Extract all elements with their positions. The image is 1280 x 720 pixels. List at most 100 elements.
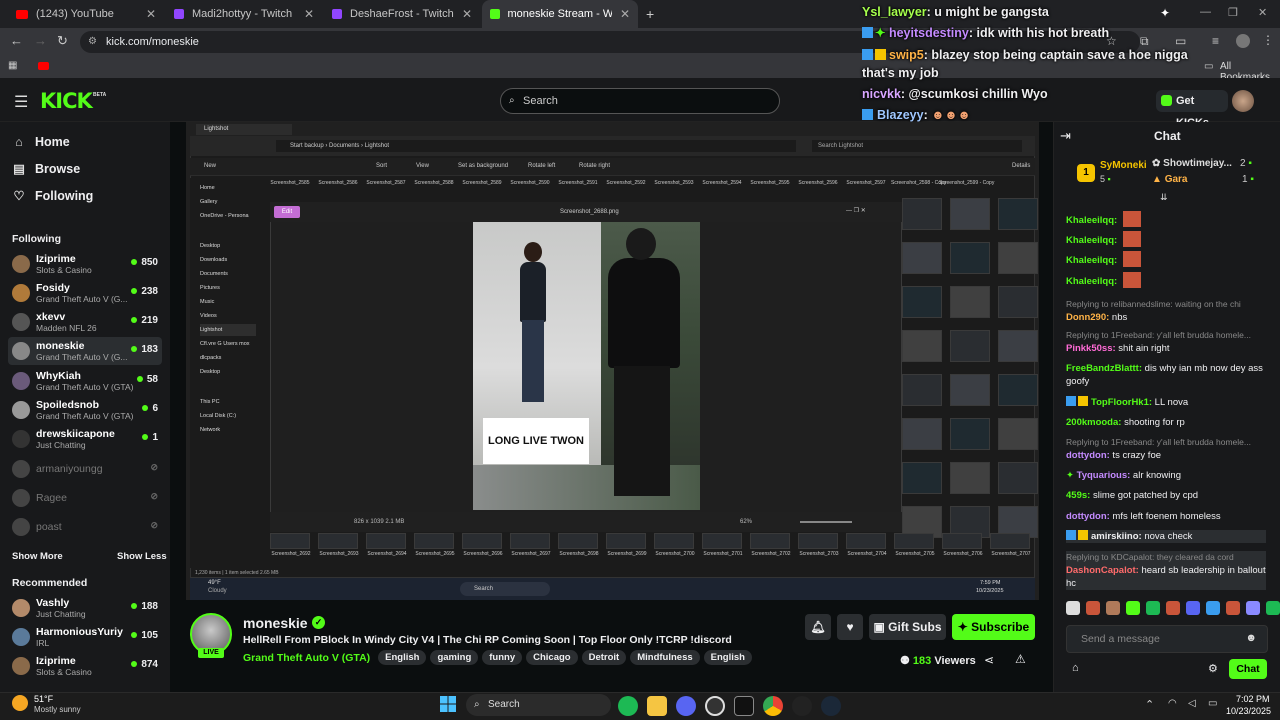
following-channel[interactable]: armaniyoungg ⊘ bbox=[8, 455, 162, 483]
leader-name[interactable]: Gara bbox=[1165, 174, 1188, 185]
stream-tag[interactable]: Detroit bbox=[581, 650, 627, 665]
emote-icon[interactable] bbox=[1146, 601, 1160, 615]
stream-tag[interactable]: funny bbox=[482, 650, 523, 665]
chat-username[interactable]: Khaleeilqq: bbox=[1066, 255, 1117, 266]
chat-username[interactable]: FreeBandzBlattt: bbox=[1066, 363, 1142, 374]
chat-username[interactable]: dottydon: bbox=[1066, 450, 1110, 461]
back-icon[interactable]: ← bbox=[10, 33, 23, 48]
chat-username[interactable]: Tyquarious: bbox=[1077, 470, 1131, 481]
chrome-icon[interactable] bbox=[763, 696, 783, 716]
rockstar-icon[interactable] bbox=[705, 696, 725, 716]
chat-username[interactable]: Donn290: bbox=[1066, 312, 1109, 323]
emote-icon[interactable] bbox=[1266, 601, 1280, 615]
profile-avatar[interactable] bbox=[1236, 34, 1250, 48]
taskbar-weather[interactable]: Mostly sunny bbox=[34, 705, 81, 714]
hamburger-menu-icon[interactable]: ☰ bbox=[14, 92, 28, 112]
following-channel[interactable]: xkevv Madden NFL 26 219 bbox=[8, 308, 162, 336]
following-channel[interactable]: Spoiledsnob Grand Theft Auto V (GTA) 6 bbox=[8, 396, 162, 424]
chat-username[interactable]: dottydon: bbox=[1066, 511, 1110, 522]
report-icon[interactable]: ⚠ bbox=[1015, 652, 1026, 666]
maximize-icon[interactable]: ❐ bbox=[1228, 6, 1238, 19]
close-icon[interactable]: ✕ bbox=[620, 7, 630, 21]
stream-category[interactable]: Grand Theft Auto V (GTA) bbox=[243, 652, 370, 664]
emote-icon[interactable] bbox=[1246, 601, 1260, 615]
close-window-icon[interactable]: ✕ bbox=[1258, 6, 1267, 19]
windows-start-icon[interactable] bbox=[440, 696, 456, 712]
following-channel[interactable]: Ragee ⊘ bbox=[8, 484, 162, 512]
following-channel[interactable]: moneskie Grand Theft Auto V (G... 183 bbox=[8, 337, 162, 365]
chat-username[interactable]: Khaleeilqq: bbox=[1066, 235, 1117, 246]
kick-logo[interactable]: KICK bbox=[40, 89, 93, 113]
chat-username[interactable]: Pinkk50ss: bbox=[1066, 343, 1116, 354]
store-icon[interactable]: ⌂ bbox=[1072, 662, 1079, 674]
recommended-channel[interactable]: Iziprime Slots & Casino 874 bbox=[8, 652, 162, 680]
taskbar-time[interactable]: 7:02 PM bbox=[1236, 694, 1270, 704]
volume-icon[interactable]: ◁ bbox=[1188, 698, 1196, 709]
stream-tag[interactable]: English bbox=[703, 650, 752, 665]
recommended-channel[interactable]: HarmoniousYuriy IRL 105 bbox=[8, 623, 162, 651]
expand-leaderboard-icon[interactable]: ⇊ bbox=[1160, 192, 1168, 203]
steam-icon[interactable] bbox=[821, 696, 841, 716]
discord-icon[interactable] bbox=[676, 696, 696, 716]
youtube-bookmark-icon[interactable] bbox=[38, 62, 49, 70]
close-icon[interactable]: ✕ bbox=[462, 7, 472, 21]
emote-icon[interactable] bbox=[1066, 601, 1080, 615]
browser-tab-twitch-2[interactable]: DeshaeFrost - Twitch ✕ bbox=[324, 0, 480, 28]
taskbar-date[interactable]: 10/23/2025 bbox=[1226, 706, 1271, 716]
chat-username[interactable]: 200kmooda: bbox=[1066, 417, 1121, 428]
epic-games-icon[interactable] bbox=[734, 696, 754, 716]
menu-icon[interactable]: ⋮ bbox=[1262, 33, 1274, 47]
emote-icon[interactable] bbox=[1126, 601, 1140, 615]
emote-icon[interactable] bbox=[1186, 601, 1200, 615]
battery-icon[interactable]: ▭ bbox=[1208, 698, 1217, 709]
browser-tab-kick[interactable]: moneskie Stream - Watch Liv ✕ bbox=[482, 0, 638, 28]
apps-grid-icon[interactable]: ▦ bbox=[8, 60, 17, 71]
chat-username[interactable]: 459s: bbox=[1066, 490, 1090, 501]
gift-subs-button[interactable]: ▣ Gift Subs bbox=[869, 614, 946, 640]
chat-input[interactable]: Send a message ☻ bbox=[1066, 625, 1268, 653]
stream-tag[interactable]: gaming bbox=[430, 650, 479, 665]
send-chat-button[interactable]: Chat bbox=[1229, 659, 1267, 679]
collapse-chat-icon[interactable]: ⇥ bbox=[1060, 128, 1071, 144]
subscribe-button[interactable]: ✦ Subscribe bbox=[952, 614, 1035, 640]
chat-username[interactable]: amirskiino: bbox=[1091, 531, 1142, 542]
notification-bell-button[interactable]: 🔔︎ bbox=[805, 614, 831, 640]
browser-tab-twitch-1[interactable]: Madi2hottyy - Twitch ✕ bbox=[166, 0, 322, 28]
chat-username[interactable]: Khaleeilqq: bbox=[1066, 215, 1117, 226]
leader-name[interactable]: Showtimejay... bbox=[1163, 158, 1232, 169]
emote-icon[interactable] bbox=[1166, 601, 1180, 615]
follow-heart-button[interactable]: ♥ bbox=[837, 614, 863, 640]
emoji-icon[interactable]: ☻ bbox=[1245, 632, 1257, 644]
following-channel[interactable]: WhyKiah Grand Theft Auto V (GTA) 58 bbox=[8, 367, 162, 395]
nav-browse[interactable]: ▤ Browse bbox=[0, 156, 170, 182]
user-avatar[interactable] bbox=[1232, 90, 1254, 112]
settings-gear-icon[interactable]: ⚙ bbox=[1208, 662, 1218, 675]
forward-icon[interactable]: → bbox=[34, 33, 47, 48]
share-icon[interactable]: ⋖ bbox=[984, 653, 994, 667]
app-icon[interactable] bbox=[792, 696, 812, 716]
search-input[interactable]: ⌕ Search bbox=[500, 88, 780, 114]
nav-following[interactable]: ♡ Following bbox=[0, 183, 170, 209]
following-channel[interactable]: Fosidy Grand Theft Auto V (G... 238 bbox=[8, 279, 162, 307]
close-icon[interactable]: ✕ bbox=[304, 7, 314, 21]
chat-username[interactable]: DashonCapalot: bbox=[1066, 565, 1139, 576]
following-channel[interactable]: Iziprime Slots & Casino 850 bbox=[8, 250, 162, 278]
taskbar-temp[interactable]: 51°F bbox=[34, 694, 53, 704]
stream-tag[interactable]: Mindfulness bbox=[630, 650, 700, 665]
emote-icon[interactable] bbox=[1086, 601, 1100, 615]
wifi-icon[interactable]: ◠ bbox=[1168, 698, 1177, 709]
following-channel[interactable]: drewskiicapone Just Chatting 1 bbox=[8, 425, 162, 453]
site-info-icon[interactable]: ⚙ bbox=[88, 31, 97, 53]
show-more-button[interactable]: Show More bbox=[12, 551, 63, 562]
spotify-icon[interactable] bbox=[618, 696, 638, 716]
recommended-channel[interactable]: Vashly Just Chatting 188 bbox=[8, 594, 162, 622]
chat-username[interactable]: TopFloorHk1: bbox=[1091, 397, 1152, 408]
leader-name[interactable]: SyMoneki bbox=[1100, 160, 1147, 171]
stream-tag[interactable]: English bbox=[378, 650, 427, 665]
following-channel[interactable]: poast ⊘ bbox=[8, 513, 162, 541]
stream-tag[interactable]: Chicago bbox=[526, 650, 578, 665]
reload-icon[interactable]: ↻ bbox=[57, 33, 68, 49]
new-tab-button[interactable]: + bbox=[646, 6, 654, 22]
file-explorer-icon[interactable] bbox=[647, 696, 667, 716]
emote-icon[interactable] bbox=[1206, 601, 1220, 615]
